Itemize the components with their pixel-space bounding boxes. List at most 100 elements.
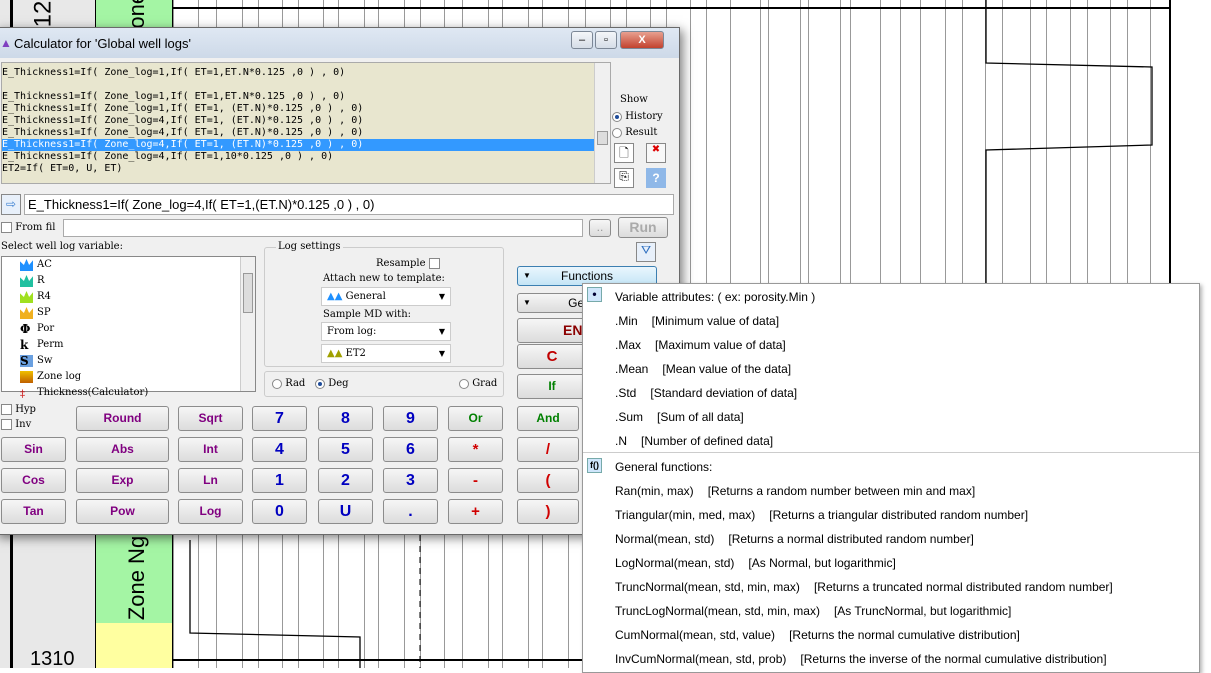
history-item[interactable]: E_Thickness1=If( Zone_log=4,If( ET=1, (E…	[2, 115, 610, 127]
menu-item[interactable]: Triangular(min, med, max) [Returns a tria…	[615, 508, 1028, 522]
menu-item-desc: [Returns a normal distributed random num…	[728, 532, 974, 546]
key-round[interactable]: Round	[76, 406, 169, 431]
variable-scrollbar[interactable]	[240, 257, 255, 391]
history-item[interactable]: ET2=If( ET=0, U, ET)	[2, 163, 610, 175]
history-item[interactable]	[2, 79, 610, 91]
key-[interactable]: )	[517, 499, 579, 524]
key-3[interactable]: 3	[383, 468, 438, 493]
key-4[interactable]: 4	[252, 437, 307, 462]
variable-item[interactable]: SP	[2, 305, 255, 321]
key-cos[interactable]: Cos	[1, 468, 66, 493]
insert-arrow-icon[interactable]: ⇨	[1, 194, 21, 215]
variable-item[interactable]: k Perm	[2, 337, 255, 353]
delete-history-icon[interactable]: ✖	[646, 143, 666, 163]
history-radio[interactable]: History	[612, 111, 663, 122]
key-2[interactable]: 2	[318, 468, 373, 493]
history-item[interactable]: E_Thickness1=If( Zone_log=4,If( ET=1,10*…	[2, 151, 610, 163]
menu-item[interactable]: InvCumNormal(mean, std, prob) [Returns th…	[615, 652, 1107, 666]
menu-item[interactable]: Ran(min, max) [Returns a random number be…	[615, 484, 975, 498]
title-bar[interactable]: ▲ Calculator for 'Global well logs' – ▫ …	[0, 28, 679, 58]
variable-name: R4	[37, 291, 51, 302]
menu-item[interactable]: CumNormal(mean, std, value) [Returns the …	[615, 628, 1020, 642]
resample-checkbox[interactable]: Resample	[376, 258, 440, 269]
history-item[interactable]: E_Thickness1=If( Zone_log=1,If( ET=1,ET.…	[2, 91, 610, 103]
variable-name: Por	[37, 323, 55, 334]
result-radio[interactable]: Result	[612, 127, 657, 138]
key-7[interactable]: 7	[252, 406, 307, 431]
key-5[interactable]: 5	[318, 437, 373, 462]
minimize-button[interactable]: –	[571, 31, 593, 49]
menu-item[interactable]: .N [Number of defined data]	[615, 434, 773, 448]
menu-item[interactable]: .Std [Standard deviation of data]	[615, 386, 797, 400]
key-6[interactable]: 6	[383, 437, 438, 462]
key-abs[interactable]: Abs	[76, 437, 169, 462]
close-button[interactable]: X	[620, 31, 664, 49]
deg-radio[interactable]: Deg	[315, 378, 349, 389]
browse-button[interactable]: ..	[589, 219, 611, 237]
history-item[interactable]: E_Thickness1=If( Zone_log=1,If( ET=1,ET.…	[2, 67, 610, 79]
grad-radio[interactable]: Grad	[459, 378, 497, 389]
menu-item[interactable]: Normal(mean, std) [Returns a normal distr…	[615, 532, 974, 546]
run-button[interactable]: Run	[618, 217, 668, 238]
expression-input[interactable]: E_Thickness1=If( Zone_log=4,If( ET=1,(ET…	[24, 194, 674, 215]
rad-radio[interactable]: Rad	[272, 378, 305, 389]
key-[interactable]: .	[383, 499, 438, 524]
key-0[interactable]: 0	[252, 499, 307, 524]
log-dropdown[interactable]: ▲▲ ET2 ▼	[321, 344, 451, 363]
key-exp[interactable]: Exp	[76, 468, 169, 493]
variable-item[interactable]: AC	[2, 257, 255, 273]
from-file-checkbox[interactable]: From fil	[1, 222, 55, 233]
sample-md-dropdown[interactable]: From log: ▼	[321, 322, 451, 341]
key-9[interactable]: 9	[383, 406, 438, 431]
filter-icon[interactable]: ⛛	[636, 242, 656, 262]
hyp-checkbox[interactable]: Hyp	[1, 404, 36, 415]
key-pow[interactable]: Pow	[76, 499, 169, 524]
menu-item[interactable]: LogNormal(mean, std) [As Normal, but loga…	[615, 556, 896, 570]
key-[interactable]: +	[448, 499, 503, 524]
key-[interactable]: *	[448, 437, 503, 462]
history-item[interactable]: E_Thickness1=If( Zone_log=4,If( ET=1, (E…	[2, 139, 610, 151]
copy-icon[interactable]: ⎘	[614, 168, 634, 188]
menu-item-name: Normal(mean, std)	[615, 532, 715, 546]
template-dropdown[interactable]: ▲▲ General ▼	[321, 287, 451, 306]
key-int[interactable]: Int	[178, 437, 243, 462]
menu-item[interactable]: .Min [Minimum value of data]	[615, 314, 779, 328]
history-item[interactable]: E_Thickness1=If( Zone_log=1,If( ET=1, (E…	[2, 103, 610, 115]
key-u[interactable]: U	[318, 499, 373, 524]
inv-checkbox[interactable]: Inv	[1, 419, 31, 430]
key-8[interactable]: 8	[318, 406, 373, 431]
key-and[interactable]: And	[517, 406, 579, 431]
variable-item[interactable]: Zone log	[2, 369, 255, 385]
variable-item[interactable]: ‡ Thickness(Calculator)	[2, 385, 255, 401]
key-[interactable]: /	[517, 437, 579, 462]
menu-item[interactable]: .Sum [Sum of all data]	[615, 410, 744, 424]
variable-item[interactable]: S Sw	[2, 353, 255, 369]
help-icon[interactable]: ?	[646, 168, 666, 188]
key-or[interactable]: Or	[448, 406, 503, 431]
key-[interactable]: (	[517, 468, 579, 493]
key-sqrt[interactable]: Sqrt	[178, 406, 243, 431]
history-list[interactable]: E_Thickness1=If( Zone_log=1,If( ET=1,ET.…	[1, 62, 611, 184]
menu-item[interactable]: TruncLogNormal(mean, std, min, max) [As T…	[615, 604, 1011, 618]
variable-item[interactable]: R	[2, 273, 255, 289]
variable-item[interactable]: R4	[2, 289, 255, 305]
key-tan[interactable]: Tan	[1, 499, 66, 524]
key-1[interactable]: 1	[252, 468, 307, 493]
key-ln[interactable]: Ln	[178, 468, 243, 493]
menu-item[interactable]: .Mean [Mean value of the data]	[615, 362, 791, 376]
from-file-input[interactable]	[63, 219, 583, 237]
key-[interactable]: -	[448, 468, 503, 493]
history-item[interactable]: E_Thickness1=If( Zone_log=4,If( ET=1, (E…	[2, 127, 610, 139]
variable-item[interactable]: Φ Por	[2, 321, 255, 337]
maximize-button[interactable]: ▫	[595, 31, 617, 49]
key-log[interactable]: Log	[178, 499, 243, 524]
menu-item[interactable]: TruncNormal(mean, std, min, max) [Returns…	[615, 580, 1113, 594]
new-document-icon[interactable]: 🗋	[614, 143, 634, 163]
key-sin[interactable]: Sin	[1, 437, 66, 462]
variable-tree[interactable]: AC R R4 SP Φ Por k Perm S Sw Zone log ‡ Thickness(Ca…	[1, 256, 256, 400]
menu-item-name: .Max	[615, 338, 642, 352]
menu-item[interactable]: .Max [Maximum value of data]	[615, 338, 786, 352]
history-scrollbar[interactable]	[594, 63, 610, 183]
menu-item-desc: [Maximum value of data]	[655, 338, 786, 352]
menu-item-name: .N	[615, 434, 627, 448]
